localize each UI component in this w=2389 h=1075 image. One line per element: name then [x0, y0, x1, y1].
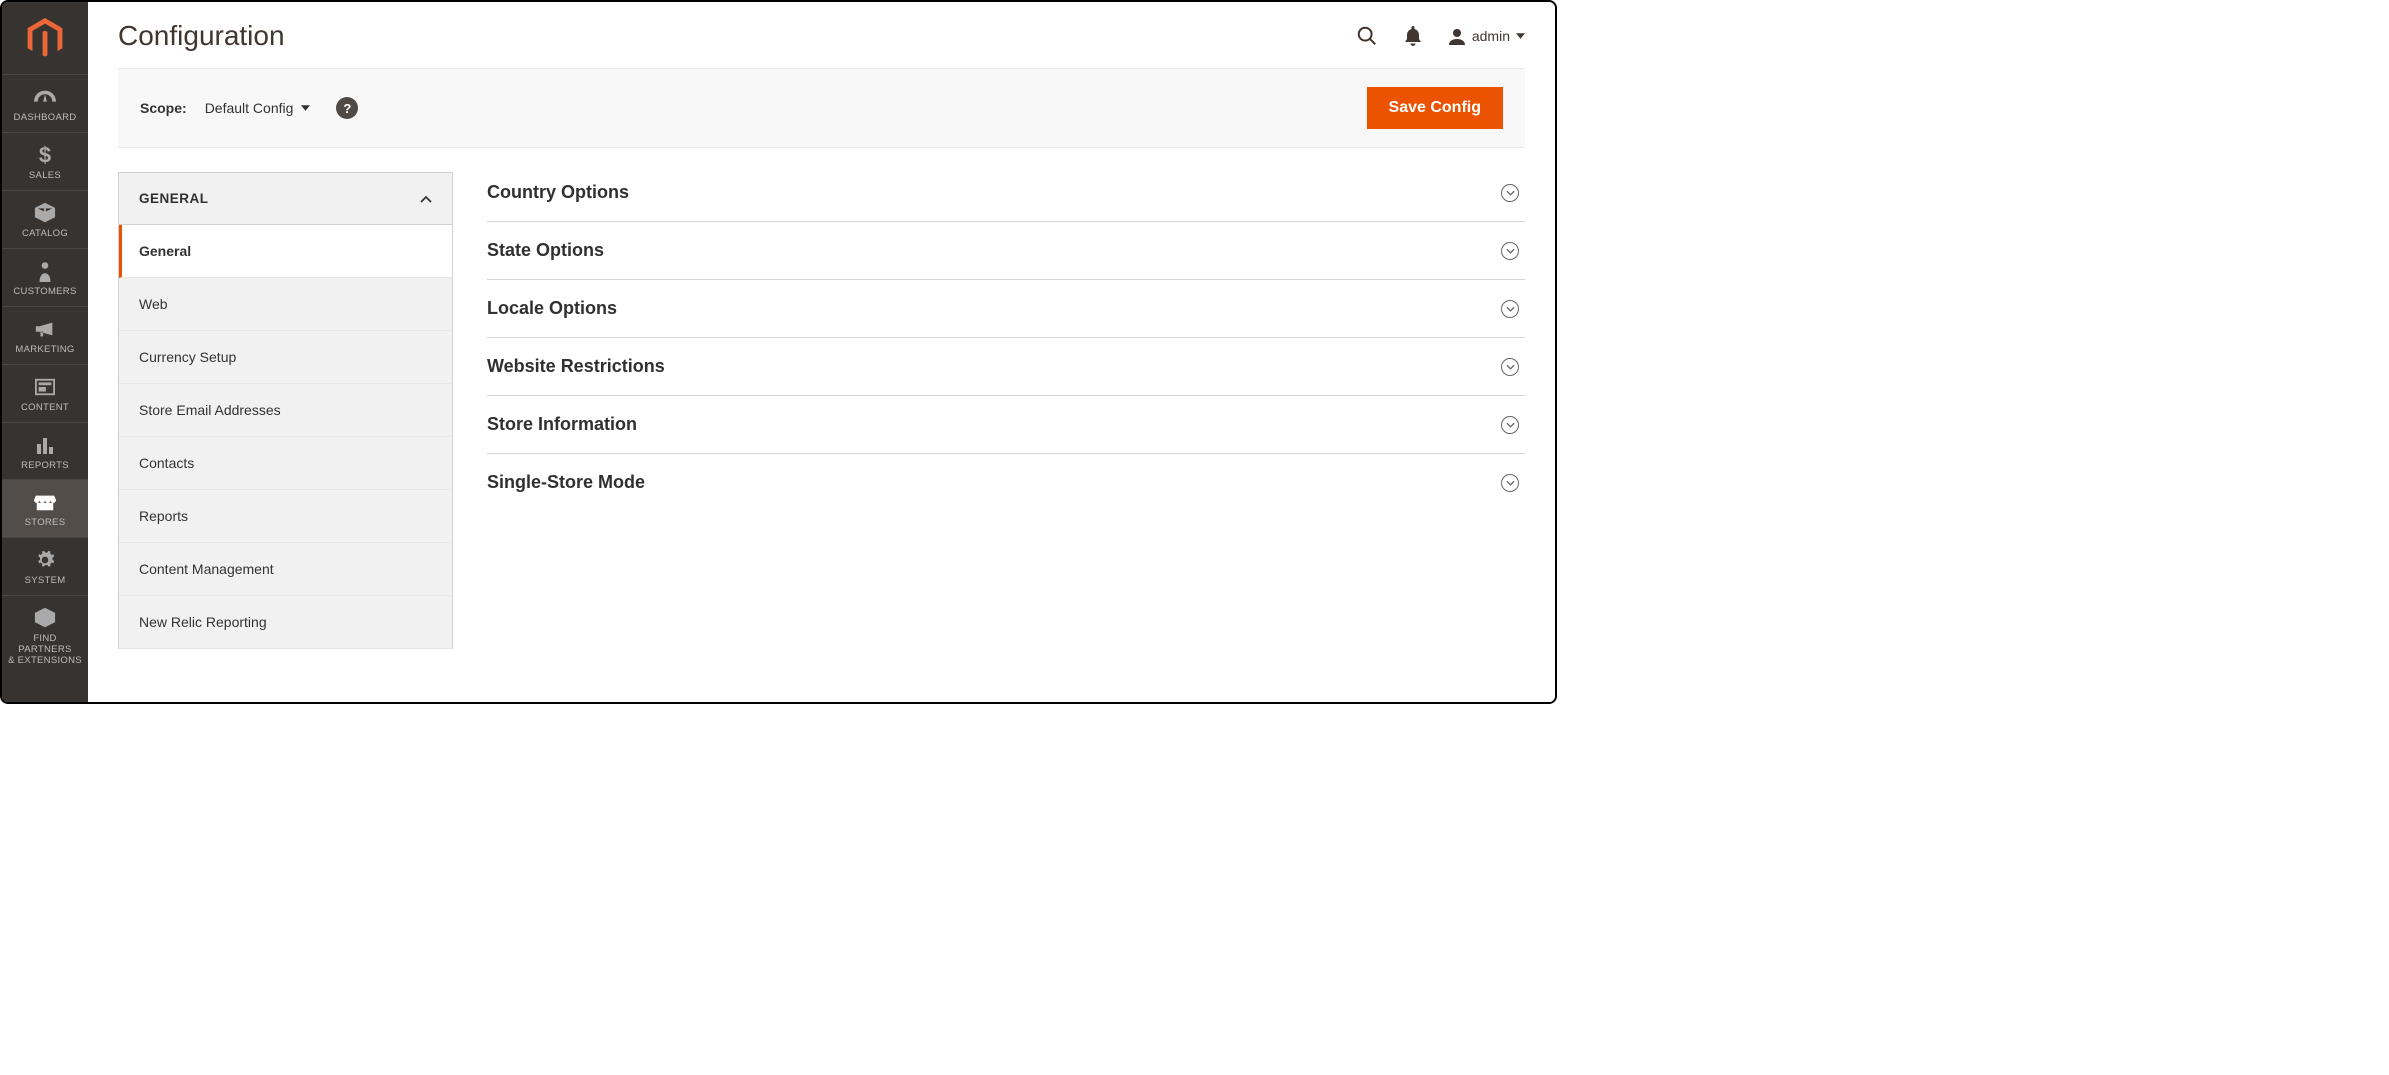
sidebar-item-label: MARKETING: [15, 345, 74, 356]
scope-label: Scope:: [140, 100, 187, 116]
section-title: State Options: [487, 240, 604, 261]
header-actions: admin: [1356, 25, 1525, 47]
chevron-down-icon: [1516, 33, 1525, 39]
partners-icon: [34, 606, 56, 630]
settings-item-store-email[interactable]: Store Email Addresses: [119, 384, 452, 437]
scope-bar: Scope: Default Config ? Save Config: [118, 68, 1525, 148]
chevron-up-icon: [420, 195, 432, 203]
magento-logo[interactable]: [2, 2, 88, 74]
page-title: Configuration: [118, 20, 1356, 52]
section-title: Website Restrictions: [487, 356, 665, 377]
left-sidebar: DASHBOARD $ SALES CATALOG CUSTOMERS MARK…: [2, 2, 88, 702]
user-icon: [1448, 27, 1466, 45]
chevron-down-icon: [1501, 300, 1519, 318]
sidebar-item-label: FIND PARTNERS & EXTENSIONS: [6, 634, 84, 667]
settings-item-new-relic[interactable]: New Relic Reporting: [119, 596, 452, 649]
stores-icon: [34, 490, 56, 514]
section-country-options[interactable]: Country Options: [487, 172, 1525, 222]
sidebar-item-label: STORES: [25, 518, 66, 529]
sidebar-item-system[interactable]: SYSTEM: [2, 537, 88, 595]
chevron-down-icon: [1501, 358, 1519, 376]
user-label: admin: [1472, 28, 1510, 44]
chevron-down-icon: [1501, 474, 1519, 492]
section-website-restrictions[interactable]: Website Restrictions: [487, 338, 1525, 396]
sidebar-item-label: CONTENT: [21, 403, 69, 414]
search-icon[interactable]: [1356, 25, 1378, 47]
settings-sub-list: General Web Currency Setup Store Email A…: [118, 225, 453, 649]
catalog-icon: [34, 201, 56, 225]
app-frame: DASHBOARD $ SALES CATALOG CUSTOMERS MARK…: [0, 0, 1557, 704]
sidebar-item-customers[interactable]: CUSTOMERS: [2, 248, 88, 306]
notifications-icon[interactable]: [1404, 26, 1422, 46]
help-icon[interactable]: ?: [336, 97, 358, 119]
settings-item-web[interactable]: Web: [119, 278, 452, 331]
section-title: Country Options: [487, 182, 629, 203]
section-locale-options[interactable]: Locale Options: [487, 280, 1525, 338]
content-icon: [35, 375, 55, 399]
section-title: Locale Options: [487, 298, 617, 319]
settings-panel: GENERAL General Web Currency Setup Store…: [118, 172, 453, 702]
sidebar-item-label: CATALOG: [22, 229, 68, 240]
section-single-store-mode[interactable]: Single-Store Mode: [487, 454, 1525, 511]
main-area: Configuration admin Scope: Default Confi…: [88, 2, 1555, 702]
settings-item-general[interactable]: General: [119, 225, 452, 278]
section-state-options[interactable]: State Options: [487, 222, 1525, 280]
config-sections: Country Options State Options Locale Opt…: [487, 172, 1525, 702]
sidebar-item-dashboard[interactable]: DASHBOARD: [2, 74, 88, 132]
svg-text:$: $: [39, 144, 51, 166]
sidebar-item-catalog[interactable]: CATALOG: [2, 190, 88, 248]
dashboard-icon: [34, 85, 56, 109]
sidebar-item-label: DASHBOARD: [14, 113, 77, 124]
save-config-button[interactable]: Save Config: [1367, 87, 1503, 129]
settings-item-reports[interactable]: Reports: [119, 490, 452, 543]
content-row: GENERAL General Web Currency Setup Store…: [88, 148, 1555, 702]
settings-group-label: GENERAL: [139, 191, 209, 206]
scope-value: Default Config: [205, 100, 294, 116]
scope-selector[interactable]: Default Config: [205, 100, 311, 116]
page-header: Configuration admin: [88, 2, 1555, 64]
sidebar-item-stores[interactable]: STORES: [2, 479, 88, 537]
sidebar-item-label: SYSTEM: [25, 576, 66, 587]
sidebar-item-label: CUSTOMERS: [13, 287, 76, 298]
settings-group-general[interactable]: GENERAL: [118, 172, 453, 225]
section-store-information[interactable]: Store Information: [487, 396, 1525, 454]
settings-item-content-management[interactable]: Content Management: [119, 543, 452, 596]
customers-icon: [37, 259, 53, 283]
chevron-down-icon: [1501, 242, 1519, 260]
chevron-down-icon: [1501, 416, 1519, 434]
sidebar-item-label: SALES: [29, 171, 61, 182]
chevron-down-icon: [301, 105, 310, 111]
sidebar-item-reports[interactable]: REPORTS: [2, 422, 88, 480]
user-menu[interactable]: admin: [1448, 27, 1525, 45]
settings-item-contacts[interactable]: Contacts: [119, 437, 452, 490]
sidebar-item-marketing[interactable]: MARKETING: [2, 306, 88, 364]
settings-item-currency-setup[interactable]: Currency Setup: [119, 331, 452, 384]
marketing-icon: [34, 317, 56, 341]
chevron-down-icon: [1501, 184, 1519, 202]
sales-icon: $: [38, 143, 52, 167]
sidebar-item-label: REPORTS: [21, 461, 69, 472]
sidebar-item-sales[interactable]: $ SALES: [2, 132, 88, 190]
sidebar-item-partners[interactable]: FIND PARTNERS & EXTENSIONS: [2, 595, 88, 675]
reports-icon: [35, 433, 55, 457]
sidebar-item-content[interactable]: CONTENT: [2, 364, 88, 422]
system-icon: [35, 548, 55, 572]
section-title: Store Information: [487, 414, 637, 435]
section-title: Single-Store Mode: [487, 472, 645, 493]
